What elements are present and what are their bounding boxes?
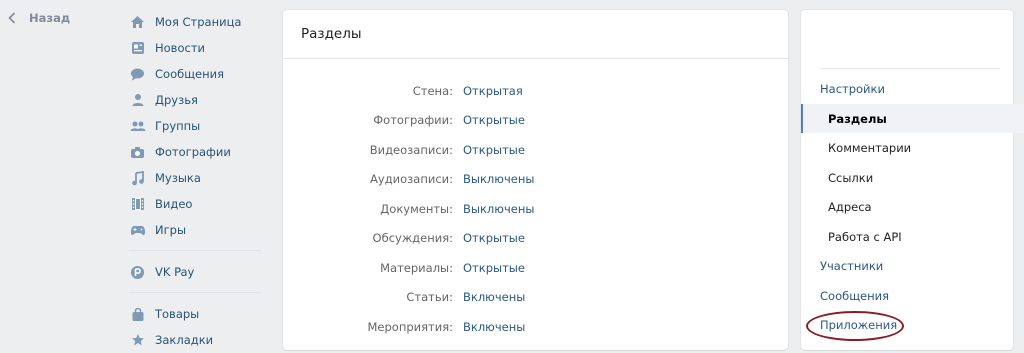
right-menu: Настройки Разделы Комментарии Ссылки Адр… <box>801 10 1024 350</box>
setting-value-link[interactable]: Выключены <box>463 202 534 216</box>
home-icon <box>129 14 146 31</box>
right-menu-item-messages[interactable]: Сообщения <box>801 281 1024 310</box>
right-menu-divider <box>820 68 1000 69</box>
right-menu-item-sections[interactable]: Разделы <box>801 104 1024 133</box>
setting-row: Материалы: Открытые <box>283 258 788 278</box>
setting-label: Документы: <box>380 202 453 216</box>
nav-label: Новости <box>155 41 205 55</box>
nav-label: Игры <box>155 223 187 237</box>
nav-item-news[interactable]: Новости <box>129 35 261 61</box>
card-title: Разделы <box>283 10 788 59</box>
setting-label: Стена: <box>412 84 453 98</box>
messages-icon <box>129 66 146 83</box>
nav-label: Видео <box>155 197 193 211</box>
setting-label: Аудиозаписи: <box>370 172 453 186</box>
nav-item-friends[interactable]: Друзья <box>129 87 261 113</box>
groups-icon <box>129 118 146 135</box>
nav-item-video[interactable]: Видео <box>129 191 261 217</box>
setting-value-link[interactable]: Открытые <box>463 261 525 275</box>
highlight-oval <box>806 311 904 341</box>
sections-card: Разделы Стена: Открытая Фотографии: Откр… <box>283 10 788 350</box>
right-menu-item-settings[interactable]: Настройки <box>801 74 1024 103</box>
setting-value-link[interactable]: Открытые <box>463 143 525 157</box>
nav-divider <box>129 292 261 293</box>
setting-label: Мероприятия: <box>367 320 453 334</box>
nav-label: Группы <box>155 119 201 133</box>
right-menu-item-comments[interactable]: Комментарии <box>801 133 1024 162</box>
nav-label: VK Pay <box>155 265 195 279</box>
vkpay-icon <box>129 264 146 281</box>
nav-item-groups[interactable]: Группы <box>129 113 261 139</box>
setting-value-link[interactable]: Включены <box>463 320 525 334</box>
nav-label: Друзья <box>155 93 198 107</box>
nav-item-vkpay[interactable]: VK Pay <box>129 259 261 285</box>
setting-value-link[interactable]: Открытые <box>463 231 525 245</box>
nav-item-bookmarks[interactable]: Закладки <box>129 327 261 353</box>
games-icon <box>129 222 146 239</box>
right-menu-item-links[interactable]: Ссылки <box>801 163 1024 192</box>
nav-item-music[interactable]: Музыка <box>129 165 261 191</box>
nav-label: Сообщения <box>155 67 225 81</box>
nav-label: Товары <box>155 307 200 321</box>
nav-label: Фотографии <box>155 145 231 159</box>
setting-row: Видеозаписи: Открытые <box>283 140 788 160</box>
setting-label: Видеозаписи: <box>369 143 453 157</box>
back-label: Назад <box>29 11 71 25</box>
left-nav: Моя Страница Новости Сообщения Друзья Гр… <box>129 9 261 353</box>
right-menu-item-addresses[interactable]: Адреса <box>801 192 1024 221</box>
back-link[interactable]: Назад <box>8 11 70 25</box>
camera-icon <box>129 144 146 161</box>
setting-row: Мероприятия: Включены <box>283 317 788 337</box>
video-icon <box>129 196 146 213</box>
news-icon <box>129 40 146 57</box>
goods-icon <box>129 306 146 323</box>
setting-label: Статьи: <box>406 290 453 304</box>
setting-label: Фотографии: <box>373 113 453 127</box>
nav-label: Музыка <box>155 171 201 185</box>
nav-item-goods[interactable]: Товары <box>129 301 261 327</box>
bookmarks-icon <box>129 332 146 349</box>
setting-value-link[interactable]: Включены <box>463 290 525 304</box>
setting-label: Материалы: <box>380 261 453 275</box>
setting-row: Обсуждения: Открытые <box>283 228 788 248</box>
nav-item-messages[interactable]: Сообщения <box>129 61 261 87</box>
nav-label: Закладки <box>155 333 214 347</box>
right-menu-item-members[interactable]: Участники <box>801 251 1024 280</box>
setting-value-link[interactable]: Открытые <box>463 113 525 127</box>
nav-item-photos[interactable]: Фотографии <box>129 139 261 165</box>
setting-row: Стена: Открытая <box>283 81 788 101</box>
chevron-left-icon <box>8 12 16 24</box>
music-icon <box>129 170 146 187</box>
setting-row: Аудиозаписи: Выключены <box>283 169 788 189</box>
setting-row: Документы: Выключены <box>283 199 788 219</box>
setting-label: Обсуждения: <box>372 231 453 245</box>
setting-row: Статьи: Включены <box>283 287 788 307</box>
setting-value-link[interactable]: Открытая <box>463 84 523 98</box>
nav-divider <box>129 250 261 251</box>
nav-label: Моя Страница <box>155 15 242 29</box>
setting-value-link[interactable]: Выключены <box>463 172 534 186</box>
nav-item-games[interactable]: Игры <box>129 217 261 243</box>
friends-icon <box>129 92 146 109</box>
right-menu-item-api[interactable]: Работа с API <box>801 222 1024 251</box>
setting-row: Фотографии: Открытые <box>283 110 788 130</box>
nav-item-my-page[interactable]: Моя Страница <box>129 9 261 35</box>
